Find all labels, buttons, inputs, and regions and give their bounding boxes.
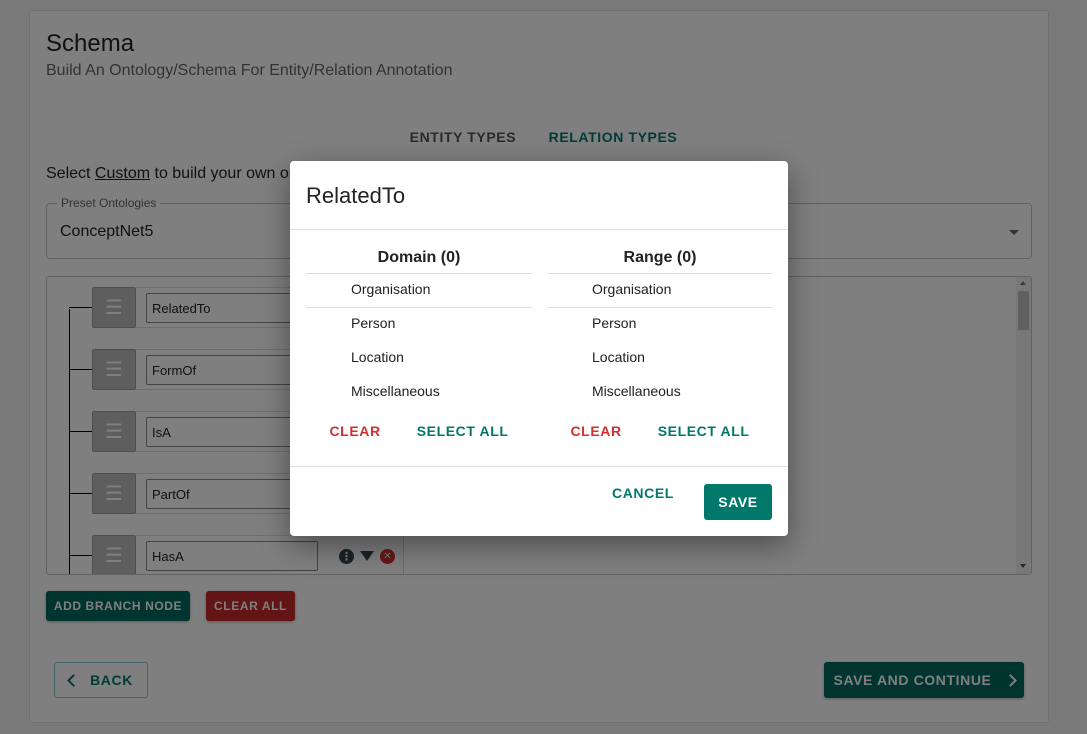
- domain-option[interactable]: Person: [306, 308, 532, 342]
- range-option[interactable]: Miscellaneous: [547, 376, 773, 410]
- domain-column: Domain (0) Organisation Person Location …: [306, 229, 532, 439]
- range-option[interactable]: Person: [547, 308, 773, 342]
- domain-option[interactable]: Miscellaneous: [306, 376, 532, 410]
- save-button[interactable]: SAVE: [704, 484, 772, 520]
- domain-clear-button[interactable]: CLEAR: [329, 423, 380, 439]
- range-select-all-button[interactable]: SELECT ALL: [658, 423, 750, 439]
- range-option[interactable]: Location: [547, 342, 773, 376]
- domain-option[interactable]: Organisation: [306, 274, 532, 308]
- domain-heading: Domain (0): [306, 229, 532, 274]
- range-clear-button[interactable]: CLEAR: [570, 423, 621, 439]
- cancel-button[interactable]: CANCEL: [612, 485, 674, 501]
- dialog-title: RelatedTo: [306, 183, 406, 208]
- range-heading: Range (0): [547, 229, 773, 274]
- range-column: Range (0) Organisation Person Location M…: [547, 229, 773, 439]
- domain-select-all-button[interactable]: SELECT ALL: [417, 423, 509, 439]
- relation-dialog: RelatedTo Domain (0) Organisation Person…: [290, 161, 788, 536]
- dialog-footer-divider: [290, 466, 788, 467]
- domain-actions: CLEAR SELECT ALL: [306, 423, 532, 439]
- range-actions: CLEAR SELECT ALL: [547, 423, 773, 439]
- range-option[interactable]: Organisation: [547, 274, 773, 308]
- domain-option[interactable]: Location: [306, 342, 532, 376]
